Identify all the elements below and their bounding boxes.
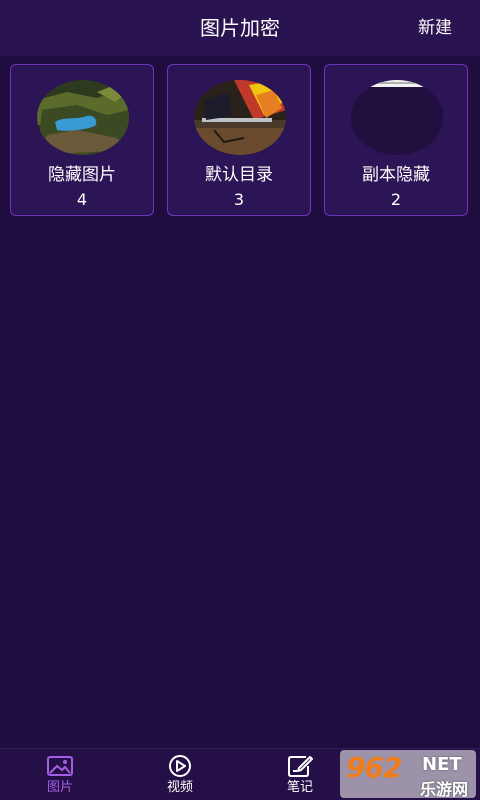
tab-label: 图片 — [46, 780, 73, 795]
app-screen: 图片加密 新建 隐藏图片 4 默认目录 3 副本隐藏 2 图片 视频 笔记 96… — [0, 0, 480, 800]
top-bar: 图片加密 新建 — [0, 0, 480, 56]
album-card-default-directory[interactable]: 默认目录 3 — [167, 64, 311, 216]
image-icon — [47, 756, 73, 776]
album-card-hidden-images[interactable]: 隐藏图片 4 — [10, 64, 154, 216]
note-edit-icon — [288, 756, 313, 777]
album-count: 3 — [233, 190, 245, 209]
watermark-net: NET — [422, 754, 462, 775]
new-button[interactable]: 新建 — [418, 15, 452, 41]
tab-images[interactable]: 图片 — [20, 752, 100, 798]
tab-label: 笔记 — [286, 780, 313, 795]
page-title: 图片加密 — [200, 16, 280, 40]
album-count: 4 — [76, 190, 88, 209]
watermark-logo: 962 — [346, 751, 402, 784]
tab-notes[interactable]: 笔记 — [260, 752, 340, 798]
tab-label: 视频 — [166, 780, 193, 795]
album-thumbnail — [194, 80, 286, 155]
play-icon — [169, 755, 191, 777]
site-watermark: 962 NET 乐游网 — [340, 750, 476, 798]
album-name: 默认目录 — [205, 165, 273, 185]
album-count: 2 — [390, 190, 402, 209]
document-thumbnail-image — [351, 80, 443, 155]
watermark-site: 乐游网 — [420, 780, 469, 798]
album-thumbnail — [351, 80, 443, 155]
album-card-copy-hidden[interactable]: 副本隐藏 2 — [324, 64, 468, 216]
album-name: 副本隐藏 — [362, 165, 430, 185]
tab-videos[interactable]: 视频 — [140, 752, 220, 798]
album-thumbnail — [37, 80, 129, 155]
album-name: 隐藏图片 — [48, 165, 116, 185]
album-grid: 隐藏图片 4 默认目录 3 副本隐藏 2 — [10, 64, 470, 218]
landscape-thumbnail-image — [37, 80, 129, 155]
desk-thumbnail-image — [194, 80, 286, 155]
